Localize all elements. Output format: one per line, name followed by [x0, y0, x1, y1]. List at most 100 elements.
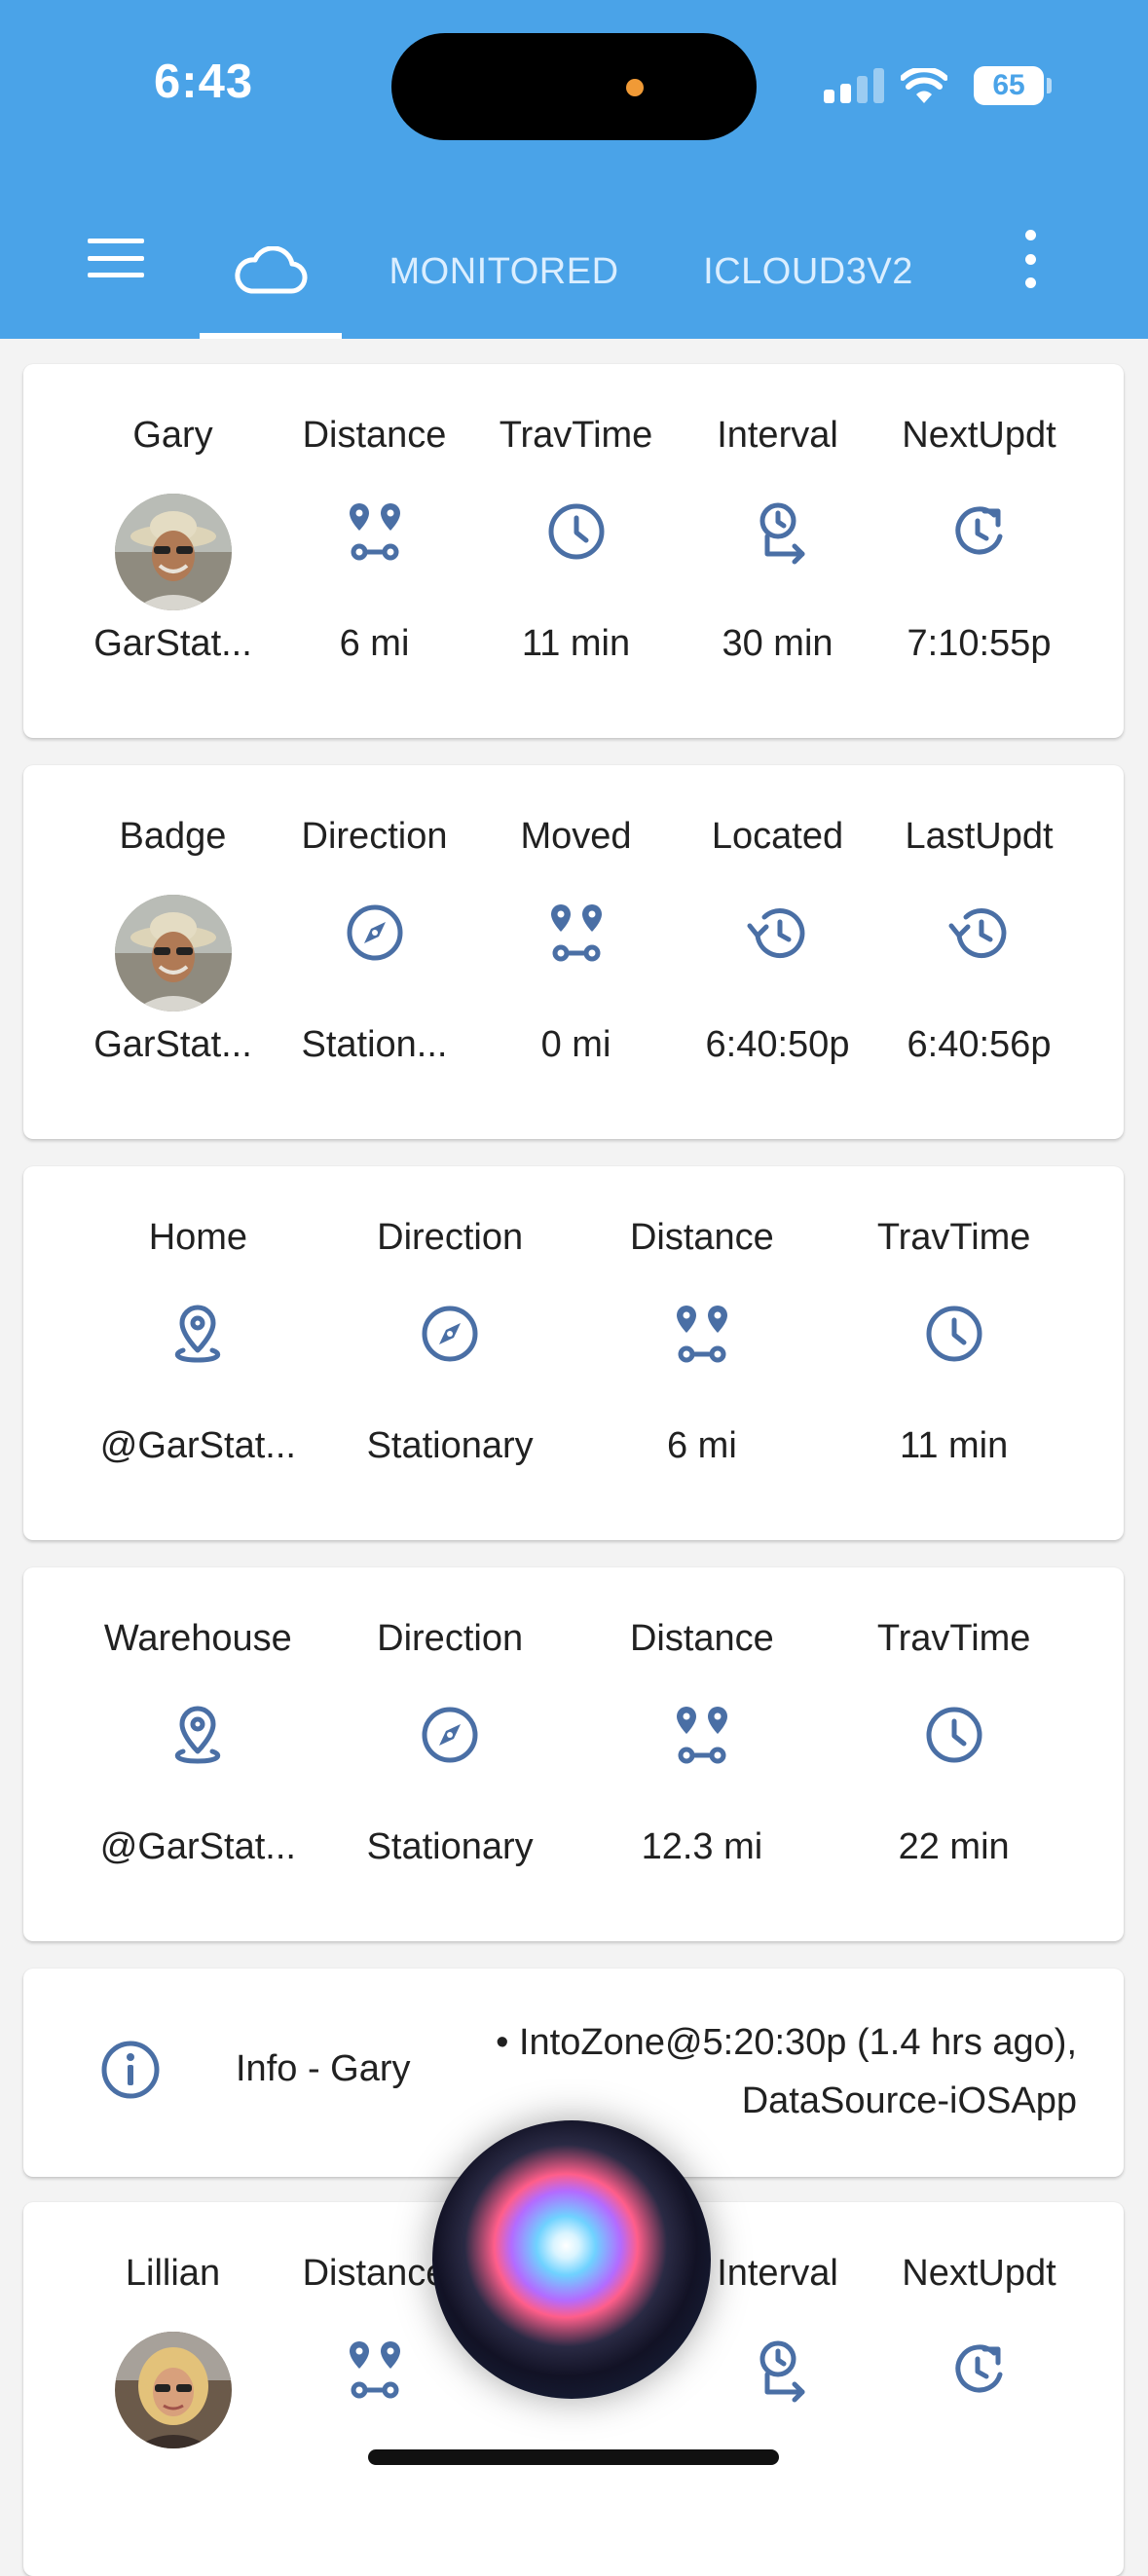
sensor-badge[interactable]: Badge GarStat...: [72, 765, 274, 1139]
sensor-label: Interval: [717, 415, 838, 456]
sensor-row: Badge GarStat... Direction Station... Moved 0…: [72, 765, 1080, 1139]
sensor-row: Home @GarStat... Direction Stationary Distan…: [72, 1166, 1080, 1540]
sensor-home[interactable]: Home @GarStat...: [72, 1166, 324, 1540]
sensor-located[interactable]: Located 6:40:50p: [677, 765, 878, 1139]
route-icon: [341, 2336, 409, 2404]
sensor-lillian[interactable]: Lillian: [72, 2202, 274, 2576]
sensor-travtime[interactable]: TravTime 11 min: [828, 1166, 1080, 1540]
app-header: 6:43 65 MONITORED ICLOUD3V2: [0, 0, 1148, 339]
sensor-label: TravTime: [876, 1217, 1031, 1258]
tab-icloud3v2[interactable]: ICLOUD3V2: [682, 204, 935, 339]
clock-refresh-icon: [945, 2336, 1014, 2404]
sensor-distance[interactable]: Distance 6 mi: [274, 364, 475, 738]
sensor-label: Direction: [377, 1618, 524, 1659]
privacy-indicator: [626, 79, 644, 96]
sensor-value: Station...: [301, 1024, 448, 1065]
avatar: [114, 494, 232, 610]
sensor-label: Badge: [119, 816, 227, 857]
tab-monitored[interactable]: MONITORED: [370, 204, 638, 339]
sensor-label: Distance: [629, 1618, 774, 1659]
sensor-value: 6 mi: [666, 1425, 737, 1466]
clock-icon: [920, 1300, 988, 1368]
sensor-label: TravTime: [499, 415, 653, 456]
sensor-value: Stationary: [366, 1826, 534, 1867]
sensor-value: 22 min: [898, 1826, 1010, 1867]
clock-refresh-icon: [945, 497, 1014, 566]
history-icon: [744, 899, 812, 967]
sensor-value: 6:40:50p: [705, 1024, 850, 1065]
sensor-label: Moved: [520, 816, 632, 857]
clock-icon: [920, 1701, 988, 1769]
zone-card-home[interactable]: Home @GarStat... Direction Stationary Distan…: [23, 1166, 1124, 1540]
cloud-icon: [235, 246, 308, 294]
wifi-icon: [901, 68, 947, 103]
sensor-label: NextUpdt: [902, 2253, 1056, 2294]
device-badge-card-gary[interactable]: Badge GarStat... Direction Station... Moved 0…: [23, 765, 1124, 1139]
sensor-nextupdt[interactable]: NextUpdt 7:10:55p: [878, 364, 1080, 738]
map-marker-icon: [164, 1300, 232, 1368]
siri-orb: [432, 2120, 711, 2399]
status-time: 6:43: [154, 55, 254, 108]
sensor-distance[interactable]: Distance 6 mi: [576, 1166, 829, 1540]
timer-interval-icon: [744, 497, 812, 566]
route-icon: [341, 497, 409, 566]
route-icon: [542, 899, 611, 967]
information-icon: [101, 2041, 160, 2099]
cellular-signal-icon: [824, 68, 884, 103]
menu-button[interactable]: [88, 239, 144, 277]
sensor-value: 11 min: [900, 1425, 1009, 1466]
sensor-warehouse[interactable]: Warehouse @GarStat...: [72, 1567, 324, 1941]
sensor-distance[interactable]: Distance 12.3 mi: [576, 1567, 829, 1941]
avatar: [114, 895, 232, 1012]
sensor-label: NextUpdt: [902, 415, 1056, 456]
sensor-label: Distance: [302, 415, 447, 456]
route-icon: [668, 1701, 736, 1769]
sensor-moved[interactable]: Moved 0 mi: [475, 765, 677, 1139]
sensor-direction[interactable]: Direction Stationary: [324, 1567, 576, 1941]
sensor-label: Warehouse: [103, 1618, 292, 1659]
sensor-value: 30 min: [722, 623, 833, 664]
sensor-value: 12.3 mi: [641, 1826, 763, 1867]
info-label: Info - Gary: [236, 2048, 411, 2089]
sensor-value: 7:10:55p: [907, 623, 1052, 664]
compass-icon: [416, 1701, 484, 1769]
sensor-gary[interactable]: Gary GarStat...: [72, 364, 274, 738]
sensor-label: Direction: [301, 816, 448, 857]
sensor-label: Direction: [377, 1217, 524, 1258]
zone-card-warehouse[interactable]: Warehouse @GarStat... Direction Stationary D…: [23, 1567, 1124, 1941]
tab-cloud[interactable]: [200, 204, 342, 339]
sensor-direction[interactable]: Direction Stationary: [324, 1166, 576, 1540]
sensor-row: Gary GarStat... Distance 6 mi TravTime 11 min…: [72, 364, 1080, 738]
sensor-nextupdt[interactable]: NextUpdt: [878, 2202, 1080, 2576]
sensor-lastupdt[interactable]: LastUpdt 6:40:56p: [878, 765, 1080, 1139]
sensor-label: Gary: [132, 415, 213, 456]
sensor-value: 11 min: [521, 623, 631, 664]
sensor-value: @GarStat...: [99, 1425, 296, 1466]
sensor-value: 6 mi: [339, 623, 410, 664]
timer-interval-icon: [744, 2336, 812, 2404]
more-options-button[interactable]: [1013, 230, 1048, 288]
sensor-value: GarStat...: [93, 1024, 252, 1065]
sensor-label: TravTime: [876, 1618, 1031, 1659]
sensor-interval[interactable]: Interval 30 min: [677, 364, 878, 738]
sensor-value: @GarStat...: [99, 1826, 296, 1867]
sensor-label: Located: [711, 816, 844, 857]
battery-icon: 65: [974, 66, 1044, 105]
sensor-label: LastUpdt: [905, 816, 1054, 857]
sensor-direction[interactable]: Direction Station...: [274, 765, 475, 1139]
sensor-row: Warehouse @GarStat... Direction Stationary D…: [72, 1567, 1080, 1941]
home-indicator[interactable]: [368, 2449, 779, 2465]
route-icon: [668, 1300, 736, 1368]
sensor-value: 0 mi: [540, 1024, 611, 1065]
clock-icon: [542, 497, 611, 566]
history-icon: [945, 899, 1014, 967]
tab-active-indicator: [200, 333, 342, 339]
sensor-travtime[interactable]: TravTime 22 min: [828, 1567, 1080, 1941]
info-text: • IntoZone@5:20:30p (1.4 hrs ago), DataS…: [496, 2022, 1077, 2121]
sensor-value: GarStat...: [93, 623, 252, 664]
sensor-travtime[interactable]: TravTime 11 min: [475, 364, 677, 738]
sensor-value: Stationary: [366, 1425, 534, 1466]
compass-icon: [416, 1300, 484, 1368]
compass-icon: [341, 899, 409, 967]
device-card-gary[interactable]: Gary GarStat... Distance 6 mi TravTime 11 min…: [23, 364, 1124, 738]
